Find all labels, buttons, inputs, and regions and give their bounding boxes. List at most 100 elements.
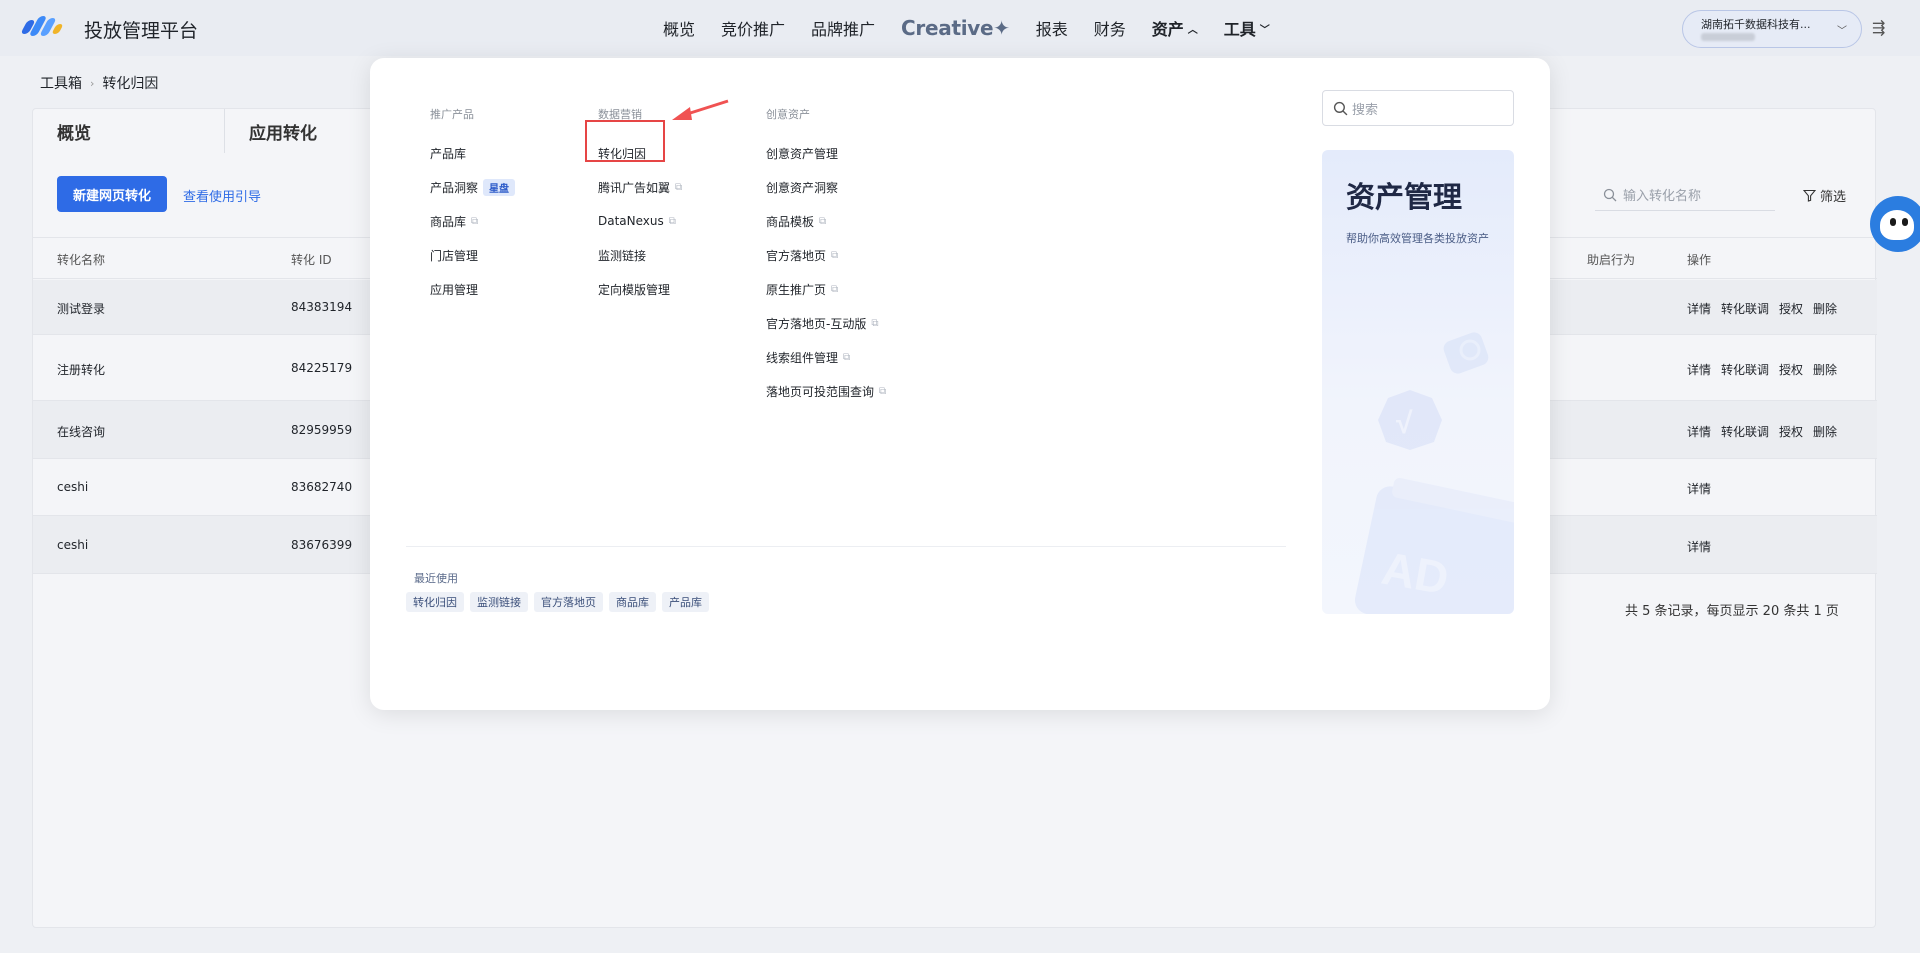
nav-overview[interactable]: 概览 xyxy=(650,16,708,40)
xingpan-badge: 星盘 xyxy=(483,178,516,196)
asset-management-promo-card: 资产管理 帮助你高效管理各类投放资产 √ AD xyxy=(1322,150,1514,614)
authorize-link[interactable]: 授权 xyxy=(1779,423,1803,440)
nav-label: 竞价推广 xyxy=(721,20,786,39)
row-id: 84225179 xyxy=(291,361,353,375)
menu-item-monitoring-links[interactable]: 监测链接 xyxy=(598,238,682,272)
nav-creative[interactable]: Creative✦ xyxy=(888,16,1023,40)
menu-item-landing-page-scope-query[interactable]: 落地页可投范围查询 ⧉ xyxy=(766,374,886,408)
platform-logo-icon[interactable] xyxy=(20,16,64,38)
nav-finance[interactable]: 财务 xyxy=(1081,16,1139,40)
external-link-icon: ⧉ xyxy=(871,317,879,329)
search-icon xyxy=(1603,188,1617,201)
menu-item-goods-library[interactable]: 商品库 ⧉ xyxy=(430,204,515,238)
usage-guide-link[interactable]: 查看使用引导 xyxy=(183,186,261,205)
menu-item-native-promo-page[interactable]: 原生推广页 ⧉ xyxy=(766,272,886,306)
nav-label: Creative✦ xyxy=(901,16,1010,40)
tab-overview[interactable]: 概览 xyxy=(33,109,225,153)
authorize-link[interactable]: 授权 xyxy=(1779,361,1803,378)
delete-link[interactable]: 删除 xyxy=(1813,361,1837,378)
breadcrumb-root[interactable]: 工具箱 xyxy=(40,73,82,93)
col-id-header: 转化 ID xyxy=(291,253,332,267)
debug-link[interactable]: 转化联调 xyxy=(1721,300,1769,317)
menu-item-goods-templates[interactable]: 商品模板 ⧉ xyxy=(766,204,886,238)
support-assistant-avatar[interactable] xyxy=(1870,196,1920,252)
nav-assets[interactable]: 资产 ︿ xyxy=(1139,16,1211,40)
nav-label: 财务 xyxy=(1093,20,1126,39)
chevron-down-icon: ﹀ xyxy=(1837,26,1847,37)
search-placeholder: 输入转化名称 xyxy=(1623,189,1702,204)
delete-link[interactable]: 删除 xyxy=(1813,300,1837,317)
nav-reports[interactable]: 报表 xyxy=(1023,16,1081,40)
menu-item-creative-asset-management[interactable]: 创意资产管理 xyxy=(766,136,886,170)
account-name: 湖南拓千数据科技有... xyxy=(1701,18,1811,31)
nav-bid-promotion[interactable]: 竞价推广 xyxy=(708,16,798,40)
menu-search-input[interactable]: 搜索 xyxy=(1322,90,1514,126)
menu-item-store-management[interactable]: 门店管理 xyxy=(430,238,515,272)
menu-divider xyxy=(406,546,1286,547)
row-name[interactable]: 注册转化 xyxy=(57,361,105,378)
external-link-icon: ⧉ xyxy=(668,215,676,227)
chevron-right-icon: › xyxy=(90,76,95,90)
row-name[interactable]: 测试登录 xyxy=(57,300,105,317)
nav-brand-promotion[interactable]: 品牌推广 xyxy=(798,16,888,40)
tab-app-conversion[interactable]: 应用转化 xyxy=(225,109,365,153)
delete-link[interactable]: 删除 xyxy=(1813,423,1837,440)
detail-link[interactable]: 详情 xyxy=(1687,423,1711,440)
recent-tag[interactable]: 产品库 xyxy=(662,592,709,612)
svg-text:√: √ xyxy=(1396,407,1413,440)
menu-item-app-management[interactable]: 应用管理 xyxy=(430,272,515,306)
pagination-summary: 共 5 条记录，每页显示 20 条共 1 页 xyxy=(1625,604,1839,619)
recent-tag[interactable]: 监测链接 xyxy=(470,592,528,612)
menu-item-tencent-ruyi[interactable]: 腾讯广告如翼 ⧉ xyxy=(598,170,682,204)
recent-tag[interactable]: 转化归因 xyxy=(406,592,464,612)
menu-item-label: 官方落地页 xyxy=(766,248,827,263)
authorize-link[interactable]: 授权 xyxy=(1779,300,1803,317)
external-link-icon: ⧉ xyxy=(843,351,851,363)
menu-item-product-library[interactable]: 产品库 xyxy=(430,136,515,170)
menu-item-lead-components[interactable]: 线索组件管理 ⧉ xyxy=(766,340,886,374)
filter-button[interactable]: 筛选 xyxy=(1803,186,1846,205)
menu-item-product-insight[interactable]: 产品洞察 星盘 xyxy=(430,170,516,204)
row-name[interactable]: ceshi xyxy=(57,538,88,552)
recent-tag[interactable]: 商品库 xyxy=(609,592,656,612)
menu-item-label: 官方落地页-互动版 xyxy=(766,316,867,331)
menu-item-label: 原生推广页 xyxy=(766,282,827,297)
detail-link[interactable]: 详情 xyxy=(1687,480,1711,497)
menu-item-label: 线索组件管理 xyxy=(766,350,839,365)
col-assist-header: 助启行为 xyxy=(1587,253,1636,267)
detail-link[interactable]: 详情 xyxy=(1687,361,1711,378)
chevron-down-icon: ﹀ xyxy=(1259,24,1270,36)
row-actions: 详情 转化联调 授权 删除 xyxy=(1687,361,1837,378)
menu-item-interactive-landing-page[interactable]: 官方落地页-互动版 ⧉ xyxy=(766,306,886,340)
nav-tools[interactable]: 工具 ﹀ xyxy=(1211,16,1283,40)
row-name[interactable]: ceshi xyxy=(57,480,88,494)
menu-item-label: 创意资产管理 xyxy=(766,146,839,161)
menu-item-label: 监测链接 xyxy=(598,248,647,263)
menu-column-promotion-products: 推广产品 产品库 产品洞察 星盘 商品库 ⧉ 门店管理 应用管理 xyxy=(430,106,516,306)
menu-item-datanexus[interactable]: DataNexus ⧉ xyxy=(598,204,682,238)
account-switcher[interactable]: 湖南拓千数据科技有... ﹀ xyxy=(1682,10,1862,48)
assistant-eye xyxy=(1902,218,1908,226)
breadcrumb: 工具箱 › 转化归因 xyxy=(40,73,158,93)
conversion-search-input[interactable]: 输入转化名称 xyxy=(1595,179,1775,211)
debug-link[interactable]: 转化联调 xyxy=(1721,423,1769,440)
promo-illustration: √ xyxy=(1354,332,1514,614)
menu-item-creative-asset-insight[interactable]: 创意资产洞察 xyxy=(766,170,886,204)
recent-tag[interactable]: 官方落地页 xyxy=(534,592,603,612)
recent-used-tags: 转化归因 监测链接 官方落地页 商品库 产品库 xyxy=(406,592,709,612)
row-actions: 详情 转化联调 授权 删除 xyxy=(1687,423,1837,440)
menu-column-creative-assets: 创意资产 创意资产管理 创意资产洞察 商品模板 ⧉ 官方落地页 ⧉ 原生推广页 ⧉ 官… xyxy=(766,106,886,408)
detail-link[interactable]: 详情 xyxy=(1687,300,1711,317)
row-id: 83682740 xyxy=(291,480,353,494)
collapse-menu-icon[interactable]: ⇶ xyxy=(1872,18,1885,37)
detail-link[interactable]: 详情 xyxy=(1687,538,1711,555)
menu-item-targeting-templates[interactable]: 定向模版管理 xyxy=(598,272,682,306)
new-web-conversion-button[interactable]: 新建网页转化 xyxy=(57,176,167,212)
app-title: 投放管理平台 xyxy=(84,20,199,42)
debug-link[interactable]: 转化联调 xyxy=(1721,361,1769,378)
menu-item-label: 产品洞察 xyxy=(430,180,479,195)
col-ops-header: 操作 xyxy=(1687,253,1712,267)
menu-item-official-landing-page[interactable]: 官方落地页 ⧉ xyxy=(766,238,886,272)
assistant-face xyxy=(1880,210,1914,240)
row-name[interactable]: 在线咨询 xyxy=(57,423,105,440)
